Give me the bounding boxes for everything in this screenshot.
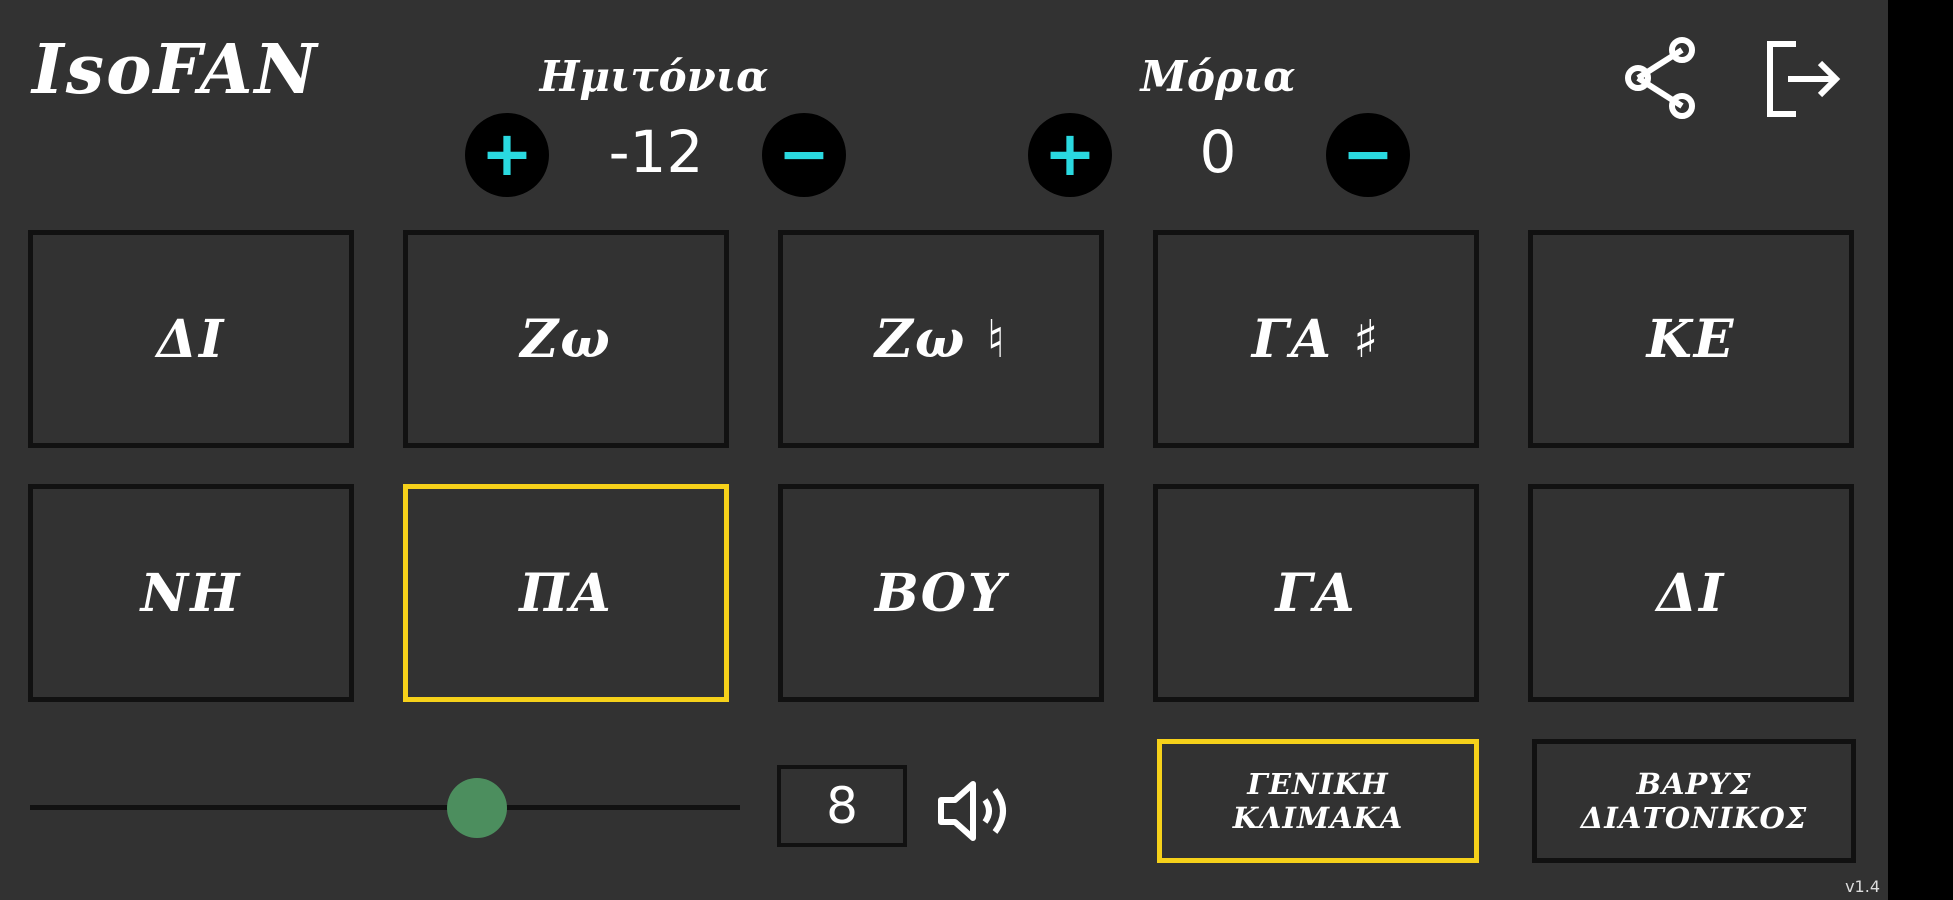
note-label: ΚΕ <box>1646 308 1736 370</box>
note-button[interactable]: ΚΕ <box>1528 230 1854 448</box>
note-label: ΒΟΥ <box>874 562 1008 624</box>
note-button[interactable]: Ζω ♮ <box>778 230 1104 448</box>
scale-button-geniki-klimaka[interactable]: ΓΕΝΙΚΗ ΚΛΙΜΑΚΑ <box>1157 739 1479 863</box>
exit-icon[interactable] <box>1762 38 1846 120</box>
note-button[interactable]: Ζω <box>403 230 729 448</box>
scale-button-line2: ΚΛΙΜΑΚΑ <box>1232 801 1404 835</box>
share-icon[interactable] <box>1622 36 1700 120</box>
scale-button-line1: ΓΕΝΙΚΗ <box>1247 767 1389 801</box>
note-label: ΓΑ <box>1275 562 1357 624</box>
semitones-plus-button[interactable]: + <box>465 113 549 197</box>
volume-slider-thumb[interactable] <box>447 778 508 838</box>
note-label: ΔΙ <box>1656 562 1726 624</box>
note-label: ΔΙ <box>156 308 226 370</box>
note-button[interactable]: ΝΗ <box>28 484 354 702</box>
scale-button-line1: ΒΑΡΥΣ <box>1636 767 1752 801</box>
semitones-minus-button[interactable]: − <box>762 113 846 197</box>
app-screen: IsoFAN Ημιτόνια + -12 − Μόρια + 0 − ΔΙ Ζω… <box>0 0 1888 900</box>
moria-minus-button[interactable]: − <box>1326 113 1410 197</box>
app-logo: IsoFAN <box>32 30 319 110</box>
volume-slider-track[interactable] <box>30 805 740 810</box>
note-label: Ζω <box>520 308 612 370</box>
note-label: Ζω ♮ <box>874 308 1008 370</box>
note-button[interactable]: ΠΑ <box>403 484 729 702</box>
speaker-icon[interactable] <box>935 778 1015 844</box>
volume-value: 8 <box>777 765 907 847</box>
scale-button-line2: ΔΙΑΤΟΝΙΚΟΣ <box>1580 801 1808 835</box>
note-button[interactable]: ΓΑ <box>1153 484 1479 702</box>
note-button[interactable]: ΒΟΥ <box>778 484 1104 702</box>
moria-plus-button[interactable]: + <box>1028 113 1112 197</box>
moria-label: Μόρια <box>1140 52 1296 101</box>
moria-value: 0 <box>1199 118 1237 186</box>
version-label: v1.4 <box>1845 877 1880 896</box>
scale-button-varys-diatonikos[interactable]: ΒΑΡΥΣ ΔΙΑΤΟΝΙΚΟΣ <box>1532 739 1856 863</box>
note-label: ΝΗ <box>140 562 242 624</box>
note-label: ΠΑ <box>519 562 613 624</box>
note-button[interactable]: ΔΙ <box>28 230 354 448</box>
semitones-label: Ημιτόνια <box>539 52 769 101</box>
note-button[interactable]: ΓΑ ♯ <box>1153 230 1479 448</box>
note-button[interactable]: ΔΙ <box>1528 484 1854 702</box>
note-label: ΓΑ ♯ <box>1251 308 1381 370</box>
semitones-value: -12 <box>608 118 704 186</box>
